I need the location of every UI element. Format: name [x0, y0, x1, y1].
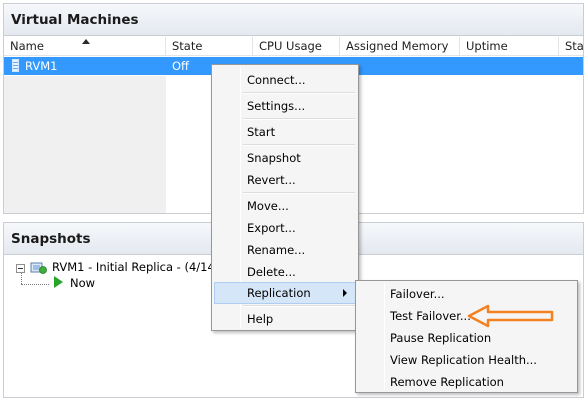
- snapshot-icon: [30, 262, 47, 274]
- expander-minus-icon[interactable]: [16, 264, 25, 273]
- submenu-item-pause-replication[interactable]: Pause Replication: [358, 327, 575, 349]
- menu-item-help[interactable]: Help: [214, 308, 356, 330]
- column-header-cpu-usage[interactable]: CPU Usage: [253, 37, 340, 56]
- menu-item-revert[interactable]: Revert...: [214, 169, 356, 191]
- sort-ascending-icon: [82, 39, 90, 44]
- column-header-assigned-memory[interactable]: Assigned Memory: [340, 37, 460, 56]
- menu-item-delete[interactable]: Delete...: [214, 261, 356, 283]
- annotation-arrow: [467, 304, 554, 328]
- menu-separator: [243, 305, 355, 307]
- column-header-name[interactable]: Name: [4, 37, 166, 56]
- menu-separator: [243, 92, 355, 94]
- menu-item-move[interactable]: Move...: [214, 195, 356, 217]
- submenu-item-failover[interactable]: Failover...: [358, 283, 575, 305]
- vm-column-headers: Name State CPU Usage Assigned Memory Upt…: [4, 37, 584, 56]
- column-header-name-label: Name: [10, 39, 44, 53]
- context-menu: Connect... Settings... Start Snapshot Re…: [211, 64, 359, 331]
- submenu-item-view-replication-health[interactable]: View Replication Health...: [358, 349, 575, 371]
- vm-state: Off: [172, 59, 189, 73]
- menu-item-replication[interactable]: Replication: [214, 282, 356, 304]
- menu-item-export[interactable]: Export...: [214, 217, 356, 239]
- menu-item-settings[interactable]: Settings...: [214, 95, 356, 117]
- menu-separator: [243, 118, 355, 120]
- menu-separator: [243, 192, 355, 194]
- column-header-state[interactable]: State: [166, 37, 253, 56]
- menu-separator: [243, 144, 355, 146]
- tree-connector-horizontal: [21, 284, 49, 285]
- menu-item-snapshot[interactable]: Snapshot: [214, 147, 356, 169]
- column-header-status[interactable]: Sta: [559, 37, 584, 56]
- snapshots-pane-title: Snapshots: [11, 231, 91, 247]
- replication-submenu: Failover... Test Failover... Pause Repli…: [355, 280, 578, 393]
- name-column-background: [4, 76, 166, 213]
- menu-item-rename[interactable]: Rename...: [214, 239, 356, 261]
- submenu-arrow-icon: [343, 289, 347, 297]
- vm-icon: [12, 59, 19, 72]
- vm-pane-title: Virtual Machines: [11, 12, 139, 28]
- vm-pane-header: Virtual Machines: [4, 4, 583, 36]
- play-icon: [54, 276, 63, 288]
- menu-item-connect[interactable]: Connect...: [214, 69, 356, 91]
- submenu-item-remove-replication[interactable]: Remove Replication: [358, 371, 575, 393]
- vm-name: RVM1: [25, 59, 58, 73]
- column-header-uptime[interactable]: Uptime: [460, 37, 559, 56]
- menu-item-replication-label: Replication: [247, 286, 311, 300]
- menu-item-start[interactable]: Start: [214, 121, 356, 143]
- snapshot-now-label[interactable]: Now: [70, 276, 95, 290]
- tree-connector-vertical: [21, 273, 22, 284]
